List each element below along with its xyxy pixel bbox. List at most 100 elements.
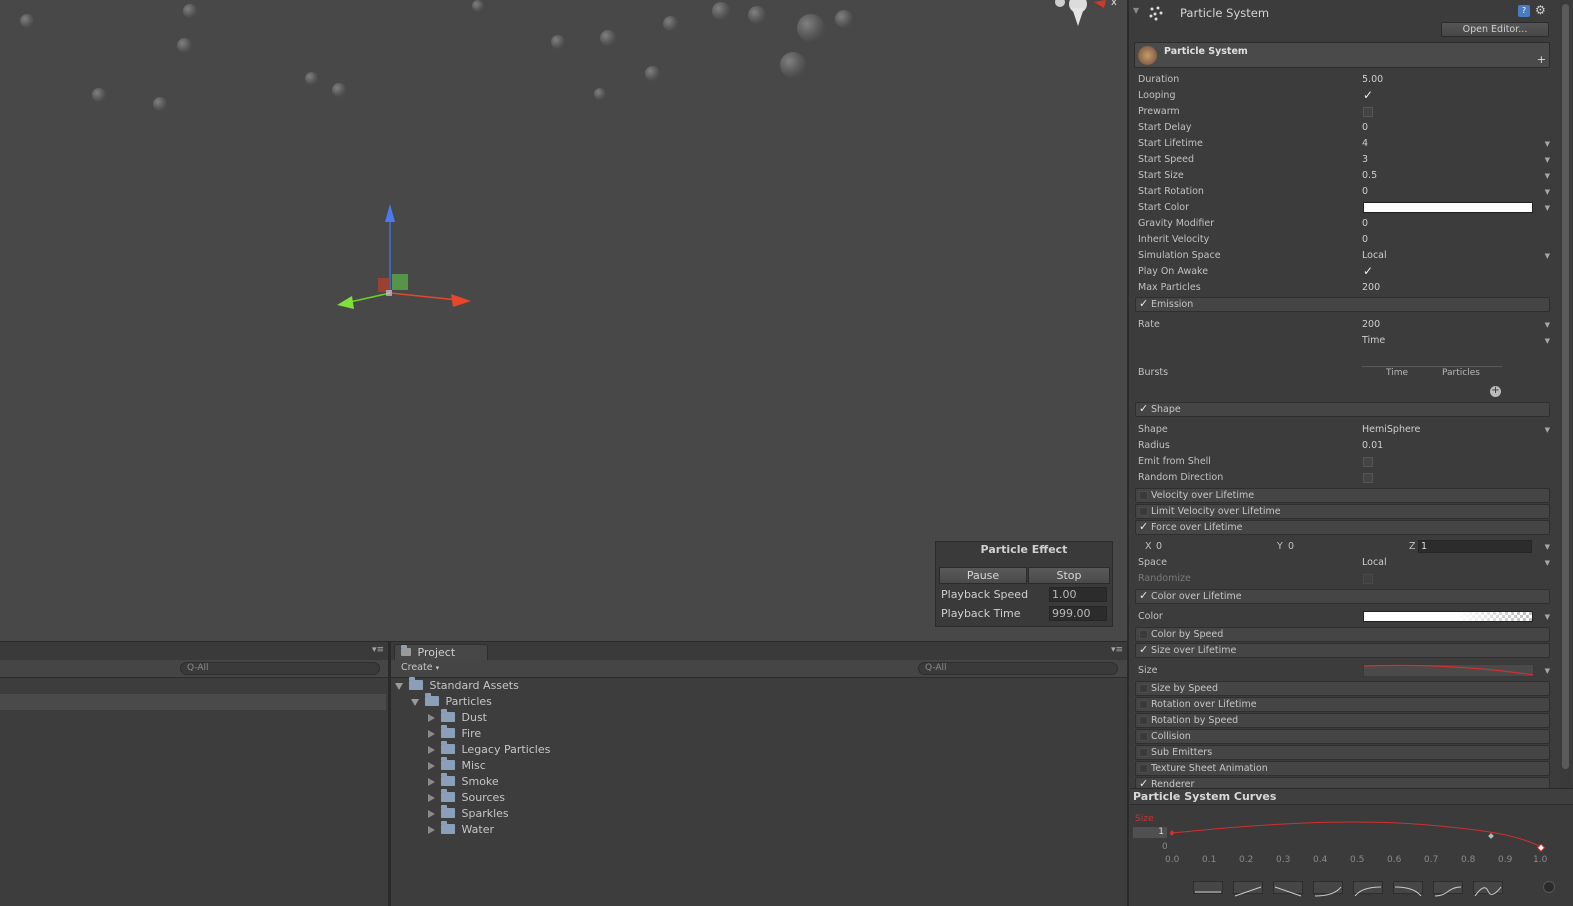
module-checkbox[interactable]	[1139, 520, 1148, 533]
prop-row[interactable]: Color ▼	[1138, 609, 1550, 625]
move-gizmo-icon[interactable]	[330, 198, 480, 313]
prop-row[interactable]: Looping	[1138, 87, 1550, 104]
module-shape[interactable]: Shape	[1135, 402, 1550, 417]
emit-from-shell-checkbox[interactable]	[1363, 457, 1373, 467]
size-curve-preview[interactable]	[1363, 664, 1534, 677]
dropdown-arrow-icon[interactable]: ▼	[1545, 333, 1550, 349]
module-emission[interactable]: Emission	[1135, 297, 1550, 312]
help-icon[interactable]: ?	[1518, 5, 1530, 17]
dropdown-arrow-icon[interactable]: ▼	[1545, 152, 1550, 168]
prop-value[interactable]: 0.01	[1362, 438, 1383, 454]
dropdown-arrow-icon[interactable]: ▼	[1545, 168, 1550, 184]
module-rotation-over-lifetime[interactable]: Rotation over Lifetime	[1135, 697, 1550, 712]
looping-checkbox[interactable]	[1363, 87, 1373, 103]
prop-row[interactable]: Start Rotation 0 ▼	[1138, 184, 1550, 200]
tree-item-folder[interactable]: Water	[428, 821, 494, 838]
add-burst-icon[interactable]: +	[1490, 386, 1501, 397]
dropdown-arrow-icon[interactable]: ▼	[1545, 609, 1550, 625]
pause-button[interactable]: Pause	[939, 567, 1027, 584]
foldout-arrow-icon[interactable]: ▼	[1133, 6, 1139, 15]
prop-row[interactable]: Size ▼	[1138, 663, 1550, 679]
prop-value[interactable]: 4	[1362, 136, 1368, 152]
random-direction-checkbox[interactable]	[1363, 473, 1373, 483]
curve-preset-ease-in-out[interactable]	[1433, 881, 1463, 897]
prop-row[interactable]: Shape HemiSphere ▼	[1138, 422, 1550, 438]
collapsed-arrow-icon[interactable]	[428, 746, 435, 754]
rate-mode-value[interactable]: Time	[1362, 333, 1385, 349]
dropdown-arrow-icon[interactable]: ▼	[1545, 248, 1550, 264]
tree-item-folder[interactable]: Smoke	[428, 773, 499, 790]
module-checkbox[interactable]	[1139, 297, 1148, 310]
module-checkbox[interactable]	[1139, 507, 1148, 516]
tab-project[interactable]: Project	[394, 644, 488, 661]
create-dropdown[interactable]: Create ▾	[401, 662, 439, 673]
tree-item-folder[interactable]: Dust	[428, 709, 487, 726]
dropdown-arrow-icon[interactable]: ▼	[1545, 184, 1550, 200]
x-value[interactable]: 0	[1156, 539, 1162, 555]
curve-options-icon[interactable]	[1543, 881, 1555, 893]
dropdown-arrow-icon[interactable]: ▼	[1545, 555, 1550, 571]
prop-row[interactable]: Gravity Modifier 0	[1138, 216, 1550, 232]
tree-item-folder[interactable]: Sources	[428, 789, 505, 806]
prop-row[interactable]: Start Size 0.5 ▼	[1138, 168, 1550, 184]
prop-row[interactable]: Radius 0.01	[1138, 438, 1550, 454]
module-limit-velocity[interactable]: Limit Velocity over Lifetime	[1135, 504, 1550, 519]
collapsed-arrow-icon[interactable]	[428, 762, 435, 770]
system-header[interactable]: Particle System +	[1134, 42, 1550, 68]
playback-time-field[interactable]: 999.00	[1049, 606, 1107, 621]
module-checkbox[interactable]	[1139, 764, 1148, 773]
module-checkbox[interactable]	[1139, 630, 1148, 639]
hierarchy-search-input[interactable]: Q-All	[180, 662, 380, 675]
prop-row[interactable]: Max Particles 200	[1138, 280, 1550, 296]
prop-value[interactable]: 0	[1362, 232, 1368, 248]
collapsed-arrow-icon[interactable]	[428, 778, 435, 786]
curve-preset-ease-out[interactable]	[1353, 881, 1383, 897]
color-gradient-swatch[interactable]	[1363, 611, 1533, 622]
module-collision[interactable]: Collision	[1135, 729, 1550, 744]
expand-arrow-icon[interactable]	[411, 698, 419, 706]
tree-item-particles[interactable]: Particles	[411, 693, 492, 710]
module-sub-emitters[interactable]: Sub Emitters	[1135, 745, 1550, 760]
module-texture-sheet-animation[interactable]: Texture Sheet Animation	[1135, 761, 1550, 776]
module-checkbox[interactable]	[1139, 732, 1148, 741]
add-icon[interactable]: +	[1537, 53, 1546, 66]
prop-row[interactable]: Start Lifetime 4 ▼	[1138, 136, 1550, 152]
panel-menu-icon[interactable]: ▾≡	[1111, 645, 1123, 655]
module-rotation-by-speed[interactable]: Rotation by Speed	[1135, 713, 1550, 728]
tree-item-folder[interactable]: Misc	[428, 757, 486, 774]
module-checkbox[interactable]	[1139, 716, 1148, 725]
prop-row[interactable]: Inherit Velocity 0	[1138, 232, 1550, 248]
hierarchy-selected-row[interactable]	[0, 694, 386, 710]
module-checkbox[interactable]	[1139, 402, 1148, 415]
module-velocity-over-lifetime[interactable]: Velocity over Lifetime	[1135, 488, 1550, 503]
tree-item-folder[interactable]: Legacy Particles	[428, 741, 550, 758]
collapsed-arrow-icon[interactable]	[428, 794, 435, 802]
panel-menu-icon[interactable]: ▾≡	[372, 645, 384, 655]
prop-row[interactable]: Prewarm	[1138, 104, 1550, 120]
prop-value[interactable]: 3	[1362, 152, 1368, 168]
module-force-over-lifetime[interactable]: Force over Lifetime	[1135, 520, 1550, 535]
prop-value[interactable]: 200	[1362, 317, 1380, 333]
prop-value[interactable]: 0	[1362, 184, 1368, 200]
open-editor-button[interactable]: Open Editor...	[1441, 22, 1549, 37]
tree-item-folder[interactable]: Fire	[428, 725, 481, 742]
prop-row[interactable]: Emit from Shell	[1138, 454, 1550, 470]
module-size-by-speed[interactable]: Size by Speed	[1135, 681, 1550, 696]
prop-row[interactable]: Duration 5.00	[1138, 72, 1550, 88]
prop-row[interactable]: Space Local ▼	[1138, 555, 1550, 571]
gear-icon[interactable]: ⚙	[1535, 3, 1546, 17]
scene-view[interactable]: x Particle Effect Pause Stop Playback Sp…	[0, 0, 1127, 641]
module-checkbox[interactable]	[1139, 643, 1148, 656]
curve-preset-wave[interactable]	[1473, 881, 1503, 897]
dropdown-arrow-icon[interactable]: ▼	[1545, 422, 1550, 438]
tree-item-standard-assets[interactable]: Standard Assets	[395, 677, 519, 694]
prop-value[interactable]: 0	[1362, 216, 1368, 232]
dropdown-arrow-icon[interactable]: ▼	[1545, 317, 1550, 333]
prop-value[interactable]: HemiSphere	[1362, 422, 1420, 438]
y-value[interactable]: 0	[1288, 539, 1294, 555]
module-checkbox[interactable]	[1139, 684, 1148, 693]
curve-preset-linear-down[interactable]	[1273, 881, 1303, 897]
module-checkbox[interactable]	[1139, 589, 1148, 602]
curve-preset-linear-up[interactable]	[1233, 881, 1263, 897]
curve-preset-flat[interactable]	[1193, 881, 1223, 894]
